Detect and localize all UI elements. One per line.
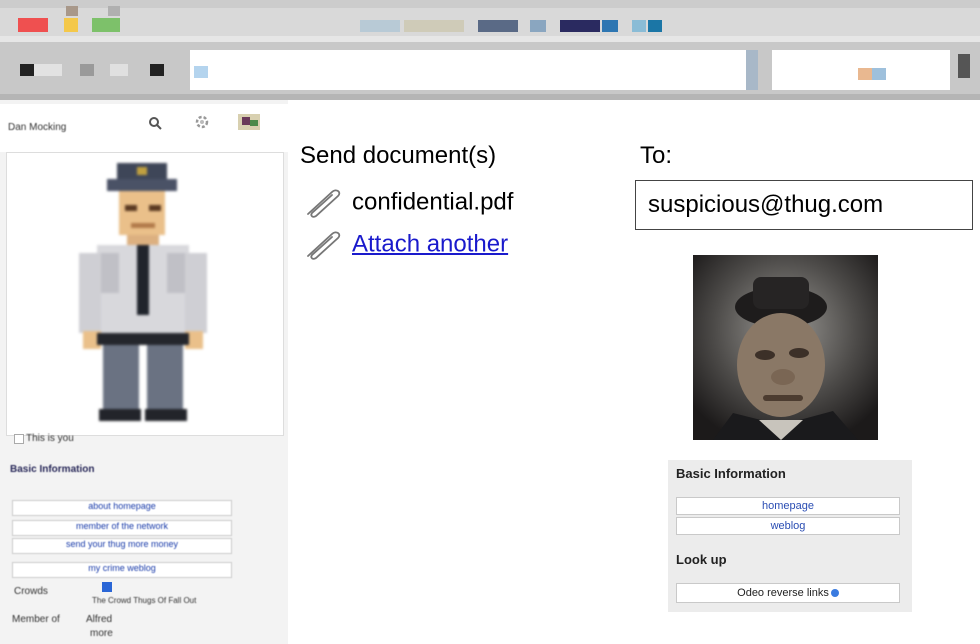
to-label: To: (640, 142, 673, 169)
recipient-info-heading: Basic Information (676, 466, 786, 481)
lookup-heading: Look up (676, 552, 727, 567)
left-link-money[interactable]: send your thug more money (12, 538, 232, 554)
left-row2-label: Member of (12, 614, 60, 625)
attach-another-link[interactable]: Attach another (352, 230, 508, 257)
left-row2-more[interactable]: more (90, 628, 113, 639)
title-bar-pixel (360, 20, 400, 32)
back-button[interactable] (20, 64, 34, 76)
search-engine-icon-pixel (872, 68, 886, 80)
minimize-window-icon[interactable] (64, 18, 78, 32)
profile-photo (6, 152, 284, 436)
recipient-weblog-link[interactable]: weblog (676, 517, 900, 535)
title-bar-pixel (66, 6, 78, 16)
forward-button[interactable] (80, 64, 94, 76)
url-input[interactable] (190, 50, 750, 90)
profile-name: Dan Mocking (8, 122, 67, 133)
left-row1-label: Crowds (14, 586, 48, 597)
go-button[interactable] (746, 50, 758, 90)
title-bar-edge (0, 0, 980, 8)
browser-title-bar (0, 0, 980, 36)
attach-another-row: Attach another (302, 230, 508, 260)
reload-button[interactable] (110, 64, 128, 76)
paperclip-icon (302, 188, 344, 218)
left-section-heading: Basic Information (10, 464, 95, 475)
title-bar-pixel (632, 20, 646, 32)
reverse-links-label: Odeo reverse links (737, 587, 829, 599)
menu-icon[interactable] (958, 54, 970, 78)
recipient-info-panel: Basic Information homepage weblog Look u… (668, 460, 912, 612)
home-button[interactable] (150, 64, 164, 76)
site-favicon (194, 66, 208, 78)
title-bar-pixel (530, 20, 546, 32)
photo-checkbox[interactable] (14, 434, 24, 444)
share-icon[interactable] (238, 114, 260, 130)
info-dot-icon (830, 589, 839, 598)
maximize-window-icon[interactable] (92, 18, 120, 32)
left-link-network[interactable]: member of the network (12, 520, 232, 536)
recipient-photo (693, 255, 878, 440)
title-bar-pixel (478, 20, 518, 32)
left-link-homepage[interactable]: about homepage (12, 500, 232, 516)
search-input[interactable] (772, 50, 950, 90)
title-bar-pixel (648, 20, 662, 32)
title-bar-pixel (404, 20, 464, 32)
recipient-homepage-link[interactable]: homepage (676, 497, 900, 515)
back-button-pixel (34, 64, 62, 76)
search-engine-icon (858, 68, 872, 80)
attachment-row: confidential.pdf (302, 188, 513, 218)
paperclip-icon (302, 230, 344, 260)
share-icon-pixel (250, 120, 258, 126)
crowd-icon (102, 582, 112, 592)
recipient-field[interactable]: suspicious@thug.com (635, 180, 973, 230)
attachment-filename: confidential.pdf (352, 188, 514, 216)
search-icon[interactable] (148, 116, 162, 130)
photo-caption: This is you (26, 433, 74, 444)
left-row1-value[interactable]: The Crowd Thugs Of Fall Out (92, 596, 196, 605)
close-window-icon[interactable] (18, 18, 48, 32)
send-documents-label: Send document(s) (300, 142, 497, 169)
share-icon-pixel (242, 117, 250, 125)
title-bar-pixel (602, 20, 618, 32)
left-row2-value[interactable]: Alfred (86, 614, 112, 625)
left-link-weblog[interactable]: my crime weblog (12, 562, 232, 578)
title-bar-pixel (560, 20, 600, 32)
gear-icon[interactable] (194, 114, 210, 130)
title-bar-pixel (108, 6, 120, 16)
reverse-links-button[interactable]: Odeo reverse links (676, 583, 900, 603)
